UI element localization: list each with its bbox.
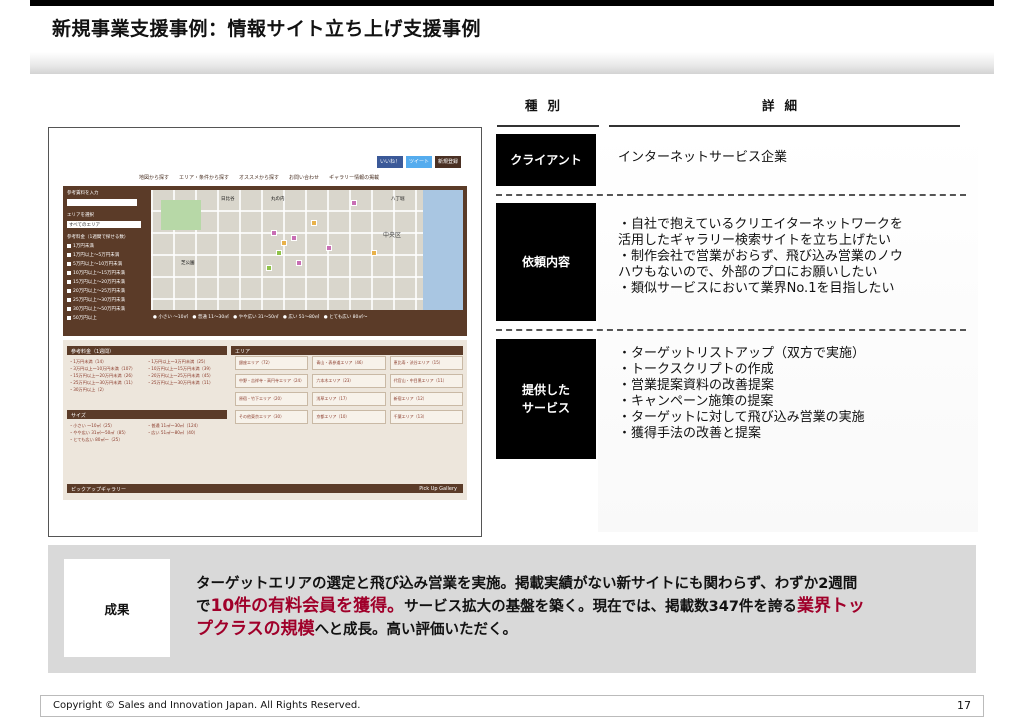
map-label: 日比谷 [221,197,235,202]
area-grid: 銀座エリア（72） 青山・表参道エリア（46） 恵比寿・渋谷エリア（15） 中野・吉… [235,356,463,424]
title-band [30,52,994,74]
size-section-header: サイズ [67,410,227,419]
side-price-row: 1万円以上〜5万円未満 [67,252,147,258]
map-pin [371,250,377,256]
size-list-2: ・普通 11㎡〜30㎡（124） ・広い 51㎡〜80㎡（40） [147,423,201,435]
size-list: ・小さい 〜10㎡（25） ・やや広い 31㎡〜50㎡（85） ・とても広い 80㎡… [69,423,129,442]
map-pin [326,245,332,251]
header-rule [497,125,599,127]
result-label: 成果 [64,559,170,657]
price-list-2: ・1万円以上〜3万円未満（25） ・10万円以上〜15万円未満（39） ・20万円以… [147,359,214,385]
price-list: ・1万円未満（14） ・3万円以上〜10万円未満（107） ・15万円以上〜20万円… [69,359,136,392]
nav-listing: ギャラリー情報の掲載 [329,175,380,181]
side-title: 参考賃料を入力 [67,191,99,196]
social-buttons: いいね！ ツイート 新規登録 [376,156,461,168]
side-price-row: 30万円以上〜50万円未満 [67,306,147,312]
screenshot-page: いいね！ ツイート 新規登録 地図から探す エリア・条件から探す オススメから探… [63,156,467,502]
area-section-header: エリア [231,346,463,355]
side-price-row: 15万円以上〜20万円未満 [67,279,147,285]
header-rule [609,125,960,127]
side-price-row: 20万円以上〜25万円未満 [67,288,147,294]
highlight-members: 10件の有料会員を獲得。 [210,596,405,616]
map-label: 八丁堀 [391,197,405,202]
row-divider [496,329,966,331]
top-bar [30,0,994,6]
side-price-row: 10万円以上〜15万円未満 [67,270,147,276]
map-pin [266,265,272,271]
page-title: 新規事業支援事例：情報サイト立ち上げ支援事例 [52,18,482,40]
map-water [423,190,463,310]
map-pin [276,250,282,256]
side-price-row: 1万円未満 [67,243,147,249]
map-pin [271,230,277,236]
website-screenshot: いいね！ ツイート 新規登録 地図から探す エリア・条件から探す オススメから探… [48,127,482,537]
footer: Copyright © Sales and Innovation Japan. … [40,695,984,717]
screenshot-nav: 地図から探す エリア・条件から探す オススメから探す お問い合わせ ギャラリー情… [139,174,459,184]
price-section-header: 参考料金（1週間） [67,346,227,355]
copyright: Copyright © Sales and Innovation Japan. … [53,700,361,711]
map-pin [296,260,302,266]
highlight-scale: プクラスの規模 [196,619,315,639]
result-text: ターゲットエリアの選定と飛び込み営業を実施。掲載実績がない新サイトにも関わらず、… [196,576,865,639]
map-label: 中央区 [383,232,402,239]
side-price-row: 50万円以上 [67,315,147,321]
tweet-button: ツイート [405,156,432,168]
page-number: 17 [957,699,971,712]
label-client: クライアント [496,134,596,186]
detail-request: ・自社で抱えているクリエイターネットワークを 活用したギャラリー検索サイトを立ち… [618,217,903,296]
row-divider [496,194,966,196]
label-service: 提供した サービス [496,339,596,459]
nav-map: 地図から探す [139,175,170,181]
map-pin [311,220,317,226]
nav-recommend: オススメから探す [239,175,280,181]
column-header-type: 種別 [525,98,571,113]
highlight-top: 業界トッ [796,596,865,616]
map-label: 丸の内 [271,197,285,202]
map-pin [291,235,297,241]
side-area-label: エリアを選択 [67,213,94,218]
detail-service: ・ターゲットリストアップ（双方で実施） ・トークスクリプトの作成 ・営業提案資料… [618,346,866,441]
side-price-row: 5万円以上〜10万円未満 [67,261,147,267]
map-legend: ● 小さい 〜10㎡ ● 普通 11〜30㎡ ● やや広い 31〜50㎡ ● 広… [153,315,368,320]
side-search-box [67,199,137,206]
map-label: 芝公園 [181,261,195,266]
side-price-row: 25万円以上〜30万円未満 [67,297,147,303]
search-sidebar: 参考賃料を入力 エリアを選択 すべてのエリア 参考料金（1週間で探せる数） 1万… [67,190,147,332]
like-button: いいね！ [376,156,403,168]
map-pin [281,240,287,246]
map-park [161,200,201,230]
map-pin [351,200,357,206]
column-header-detail: 詳細 [762,98,808,113]
register-button: 新規登録 [434,156,461,168]
side-price-label: 参考料金（1週間で探せる数） [67,235,129,240]
map-area: 日比谷 丸の内 八丁堀 中央区 芝公園 [151,190,463,310]
pickup-section-header: ピックアップギャラリー Pick Up Gallery [67,484,463,493]
side-area-select: すべてのエリア [67,221,141,228]
label-request: 依頼内容 [496,203,596,321]
detail-client: インターネットサービス企業 [618,150,788,165]
nav-area: エリア・条件から探す [179,175,230,181]
nav-contact: お問い合わせ [289,175,320,181]
